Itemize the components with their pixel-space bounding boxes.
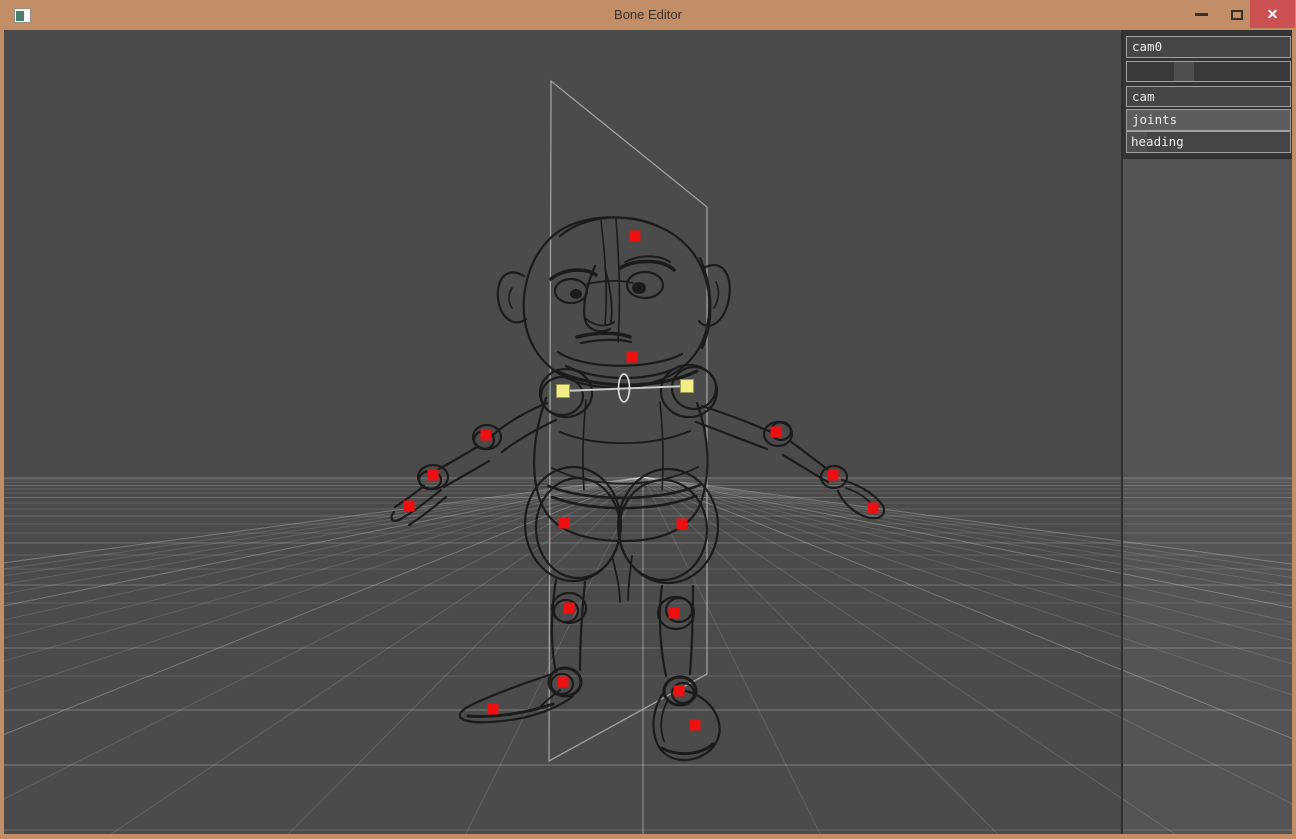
joint-marker-left-knee[interactable] (564, 603, 575, 614)
joints-button[interactable]: joints (1126, 109, 1291, 131)
joint-marker-right-toe[interactable] (690, 720, 701, 731)
joint-marker-left-ankle[interactable] (558, 677, 569, 688)
joint-marker-right-ankle[interactable] (674, 686, 685, 697)
slider-handle[interactable] (1174, 62, 1194, 81)
app-icon-pane (16, 11, 24, 21)
bone-handle-right[interactable] (681, 380, 694, 393)
grid-layer (4, 477, 1292, 834)
cam-field[interactable]: cam (1126, 86, 1291, 107)
joint-marker-right-elbow[interactable] (771, 427, 782, 438)
drawing-plane (549, 81, 707, 761)
viewport-3d[interactable]: cam0 cam joints heading (4, 30, 1292, 834)
joint-marker-right-hand[interactable] (868, 503, 879, 514)
joint-marker-left-hand[interactable] (404, 501, 415, 512)
joints-button-label: joints (1132, 112, 1177, 127)
minimize-button[interactable] (1183, 0, 1219, 29)
close-button[interactable]: ✕ (1250, 0, 1295, 28)
joint-marker-right-knee[interactable] (669, 608, 680, 619)
app-window: Bone Editor ✕ (0, 0, 1296, 839)
camera-slider[interactable] (1126, 61, 1291, 82)
window-title: Bone Editor (0, 0, 1296, 30)
heading-field-value: heading (1131, 134, 1184, 149)
app-icon[interactable] (14, 8, 31, 23)
joint-marker-left-wrist[interactable] (428, 470, 439, 481)
joint-marker-left-elbow[interactable] (481, 430, 492, 441)
camera-name-field[interactable]: cam0 (1126, 36, 1291, 58)
titlebar[interactable]: Bone Editor ✕ (0, 0, 1296, 30)
joint-marker-left-toe[interactable] (488, 704, 499, 715)
joint-marker-neck[interactable] (627, 352, 638, 363)
joint-marker-right-hip[interactable] (677, 519, 688, 530)
joint-marker-right-wrist[interactable] (828, 470, 839, 481)
heading-field[interactable]: heading (1126, 131, 1291, 153)
close-icon: ✕ (1267, 6, 1279, 23)
camera-name-value: cam0 (1132, 39, 1162, 54)
maximize-icon (1231, 10, 1243, 20)
app-icon-pane (24, 11, 29, 21)
sidebar-panel: cam0 cam joints heading (1121, 30, 1292, 834)
cam-field-value: cam (1132, 89, 1155, 104)
widget-panel: cam0 cam joints heading (1123, 30, 1292, 159)
joint-marker-left-hip[interactable] (559, 518, 570, 529)
scene-canvas (4, 30, 1292, 834)
bone-handle-left[interactable] (557, 385, 570, 398)
joint-marker-head-top[interactable] (630, 231, 641, 242)
minimize-icon (1195, 13, 1208, 16)
